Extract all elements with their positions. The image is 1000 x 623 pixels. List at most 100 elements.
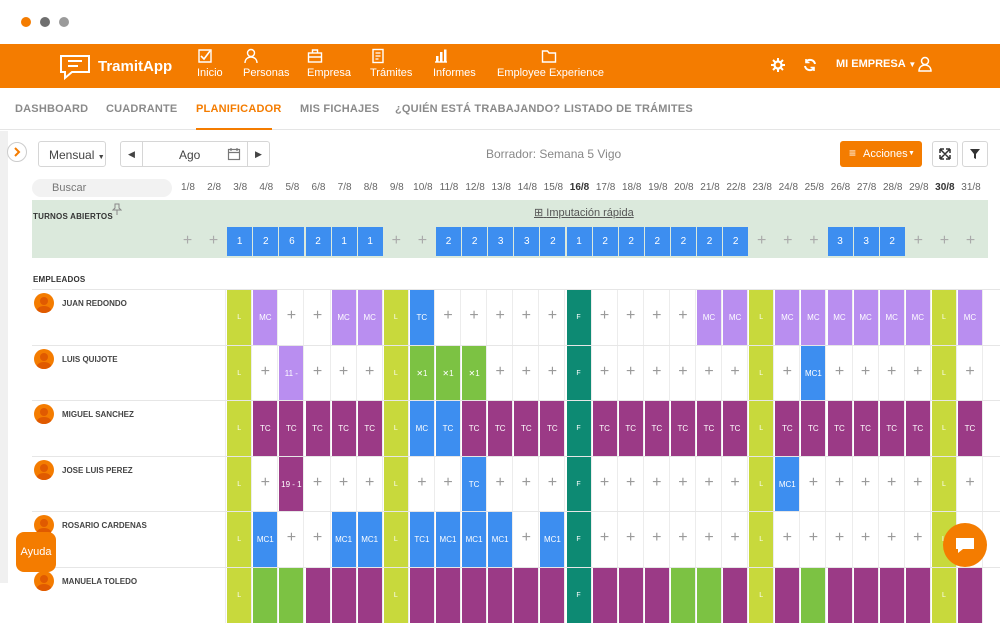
add-shift-button[interactable]: + xyxy=(306,512,331,567)
nav-item-employee-experience[interactable]: Employee Experience xyxy=(497,48,604,79)
shift-cell[interactable]: ✕1 xyxy=(436,345,461,401)
open-shift-count[interactable]: 2 xyxy=(879,227,905,256)
shift-cell[interactable]: MC1 xyxy=(775,456,801,512)
day-header-label[interactable]: 11/8 xyxy=(436,182,462,193)
employee-name[interactable]: ROSARIO CARDENAS xyxy=(62,521,147,530)
open-shift-count[interactable]: 2 xyxy=(305,227,331,256)
shift-cell[interactable]: F xyxy=(566,456,592,512)
day-header-label[interactable]: 24/8 xyxy=(775,182,801,193)
empty-cell[interactable] xyxy=(853,567,879,623)
shift-cell[interactable]: L xyxy=(383,567,409,623)
empty-cell[interactable] xyxy=(905,567,931,623)
next-month-button[interactable]: ▶ xyxy=(247,142,269,166)
add-shift-button[interactable]: + xyxy=(514,456,540,512)
shift-cell[interactable]: MC xyxy=(905,290,931,345)
calendar-icon[interactable] xyxy=(227,147,241,161)
shift-cell[interactable]: TC xyxy=(592,401,618,456)
add-open-shift-button[interactable]: + xyxy=(958,227,983,256)
shift-cell[interactable]: MC xyxy=(853,290,879,345)
add-open-shift-button[interactable]: + xyxy=(410,227,435,256)
shift-cell[interactable]: MC1 xyxy=(253,512,279,567)
day-header-label[interactable]: 25/8 xyxy=(801,182,827,193)
add-shift-button[interactable]: + xyxy=(593,290,618,345)
shift-cell[interactable]: TC xyxy=(723,401,749,456)
avatar-icon[interactable] xyxy=(34,404,54,424)
add-shift-button[interactable]: + xyxy=(332,345,357,401)
empty-cell[interactable] xyxy=(201,345,227,401)
add-shift-button[interactable]: + xyxy=(488,290,514,345)
day-header-label[interactable]: 15/8 xyxy=(540,182,566,193)
day-header-label[interactable]: 12/8 xyxy=(462,182,488,193)
gear-icon[interactable] xyxy=(771,58,785,72)
add-shift-button[interactable]: + xyxy=(593,345,618,401)
empty-cell[interactable] xyxy=(436,567,461,623)
add-shift-button[interactable]: + xyxy=(514,290,540,345)
day-header-label[interactable]: 29/8 xyxy=(906,182,932,193)
shift-cell[interactable]: TC xyxy=(775,401,801,456)
company-menu[interactable]: MI EMPRESA ▼ xyxy=(836,58,916,70)
empty-cell[interactable] xyxy=(879,567,905,623)
avatar-icon[interactable] xyxy=(34,348,54,369)
empty-cell[interactable] xyxy=(592,567,618,623)
tab-2[interactable]: CUADRANTE xyxy=(106,103,177,115)
shift-cell[interactable]: MC xyxy=(331,290,357,345)
shift-cell[interactable]: TC xyxy=(331,401,357,456)
open-shift-count[interactable]: 1 xyxy=(357,227,383,256)
empty-cell[interactable] xyxy=(462,567,488,623)
add-shift-button[interactable]: + xyxy=(619,512,644,567)
add-shift-button[interactable]: + xyxy=(775,345,801,401)
shift-cell[interactable]: TC xyxy=(436,401,461,456)
add-open-shift-button[interactable]: + xyxy=(801,227,826,256)
open-shift-count[interactable]: 2 xyxy=(644,227,670,256)
shift-cell[interactable]: F xyxy=(566,290,592,345)
employee-name[interactable]: LUIS QUIJOTE xyxy=(62,355,118,364)
shift-cell[interactable]: L xyxy=(749,290,775,345)
quick-imputation-link[interactable]: ⊞ Imputación rápida xyxy=(534,206,634,219)
add-shift-button[interactable]: + xyxy=(854,345,879,401)
add-shift-button[interactable]: + xyxy=(880,345,905,401)
window-maximize-dot[interactable] xyxy=(59,17,69,27)
day-header-label[interactable]: 9/8 xyxy=(384,182,410,193)
shift-cell[interactable]: MC xyxy=(357,290,383,345)
add-open-shift-button[interactable]: + xyxy=(749,227,774,256)
add-open-shift-button[interactable]: + xyxy=(906,227,931,256)
add-shift-button[interactable]: + xyxy=(671,345,696,401)
add-open-shift-button[interactable]: + xyxy=(384,227,409,256)
add-shift-button[interactable]: + xyxy=(671,290,696,345)
previous-month-button[interactable]: ◀ xyxy=(121,142,143,166)
employee-name[interactable]: JUAN REDONDO xyxy=(62,299,127,308)
day-header-label[interactable]: 30/8 xyxy=(932,182,958,193)
day-header-label[interactable]: 16/8 xyxy=(567,182,593,193)
add-shift-button[interactable]: + xyxy=(697,345,722,401)
shift-cell[interactable]: L xyxy=(227,512,253,567)
add-shift-button[interactable]: + xyxy=(358,456,383,512)
empty-cell[interactable] xyxy=(514,567,540,623)
shift-cell[interactable]: MC1 xyxy=(331,512,357,567)
shift-cell[interactable]: MC xyxy=(827,290,853,345)
day-header-label[interactable]: 5/8 xyxy=(279,182,305,193)
add-shift-button[interactable]: + xyxy=(619,290,644,345)
shift-cell[interactable]: 11 - 19 xyxy=(279,345,305,433)
avatar-icon[interactable] xyxy=(34,459,54,480)
day-header-label[interactable]: 2/8 xyxy=(201,182,227,193)
add-shift-button[interactable]: + xyxy=(488,345,514,401)
shift-cell[interactable]: TC xyxy=(253,401,279,456)
add-shift-button[interactable]: + xyxy=(958,456,983,512)
empty-cell[interactable] xyxy=(775,567,801,623)
day-header-label[interactable]: 7/8 xyxy=(332,182,358,193)
add-shift-button[interactable]: + xyxy=(488,456,514,512)
empty-cell[interactable] xyxy=(540,567,566,623)
shift-cell[interactable]: TC xyxy=(540,401,566,456)
brand-logo[interactable]: TramitApp xyxy=(58,52,172,82)
shift-cell[interactable]: L xyxy=(749,512,775,567)
shift-cell[interactable]: MC1 xyxy=(436,512,461,567)
shift-cell[interactable]: MC xyxy=(879,290,905,345)
open-shift-count[interactable]: 3 xyxy=(827,227,853,256)
help-button[interactable]: Ayuda xyxy=(16,532,56,572)
open-shift-count[interactable]: 2 xyxy=(618,227,644,256)
shift-cell[interactable]: TC xyxy=(670,401,696,456)
tab-5[interactable]: ¿QUIÉN ESTÁ TRABAJANDO? xyxy=(395,103,560,115)
shift-cell[interactable]: L xyxy=(931,345,957,401)
day-header-label[interactable]: 21/8 xyxy=(697,182,723,193)
add-shift-button[interactable]: + xyxy=(540,456,566,512)
